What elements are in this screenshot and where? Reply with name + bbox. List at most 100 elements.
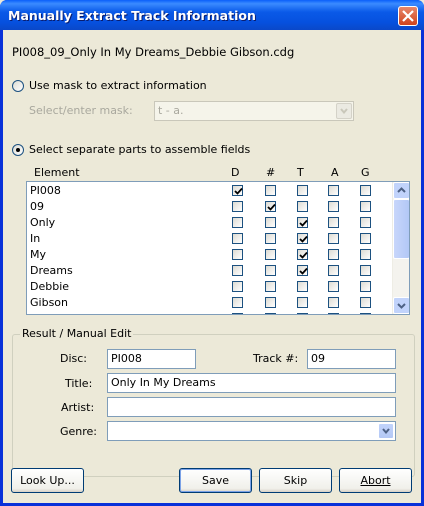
artist-input[interactable] — [107, 397, 396, 417]
mask-value: t - a. — [158, 104, 184, 117]
use-mask-radio[interactable] — [12, 80, 24, 92]
field-checkbox[interactable] — [265, 297, 276, 308]
checkmark-icon — [299, 219, 308, 227]
field-checkbox[interactable] — [360, 233, 371, 244]
header-g: G — [361, 166, 370, 179]
field-checkbox[interactable] — [297, 201, 308, 212]
mask-dropdown-button[interactable] — [336, 103, 352, 119]
field-checkbox[interactable] — [328, 313, 339, 314]
skip-button[interactable]: Skip — [259, 468, 332, 493]
grid-row[interactable]: Dreams — [27, 263, 392, 279]
header-d: D — [231, 166, 240, 179]
disc-input[interactable]: PI008 — [107, 349, 196, 369]
field-checkbox[interactable] — [328, 297, 339, 308]
field-checkbox[interactable] — [232, 297, 243, 308]
scroll-up-button[interactable] — [393, 182, 409, 199]
field-checkbox[interactable] — [360, 249, 371, 260]
element-grid[interactable]: PI008 09 Only In My Dreams Debbie Gibson cdg — [26, 181, 410, 315]
chevron-up-icon — [397, 187, 406, 193]
field-checkbox[interactable] — [265, 201, 276, 212]
header-t: T — [297, 166, 304, 179]
close-button[interactable] — [398, 6, 418, 26]
field-checkbox[interactable] — [360, 313, 371, 314]
save-button[interactable]: Save — [179, 468, 252, 493]
checkmark-icon — [299, 251, 308, 259]
grid-scrollbar[interactable] — [392, 182, 409, 314]
field-checkbox[interactable] — [232, 217, 243, 228]
field-checkbox[interactable] — [232, 265, 243, 276]
field-checkbox[interactable] — [297, 297, 308, 308]
skip-button-label: Skip — [283, 473, 308, 487]
field-checkbox[interactable] — [297, 249, 308, 260]
field-checkbox[interactable] — [232, 233, 243, 244]
field-checkbox[interactable] — [265, 281, 276, 292]
field-checkbox[interactable] — [328, 233, 339, 244]
element-label: Dreams — [30, 264, 73, 277]
grid-row[interactable]: Only — [27, 215, 392, 231]
genre-combobox[interactable] — [107, 421, 396, 441]
field-checkbox[interactable] — [265, 233, 276, 244]
grid-row[interactable]: In — [27, 231, 392, 247]
disc-label: Disc: — [60, 352, 88, 365]
field-checkbox[interactable] — [297, 265, 308, 276]
field-checkbox[interactable] — [232, 281, 243, 292]
save-button-label: Save — [201, 473, 229, 487]
field-checkbox[interactable] — [328, 265, 339, 276]
field-checkbox[interactable] — [360, 217, 371, 228]
field-checkbox[interactable] — [328, 281, 339, 292]
field-checkbox[interactable] — [297, 281, 308, 292]
checkmark-icon — [299, 267, 308, 275]
genre-dropdown-button[interactable] — [378, 423, 394, 439]
field-checkbox[interactable] — [232, 185, 243, 196]
field-checkbox[interactable] — [360, 297, 371, 308]
field-checkbox[interactable] — [328, 249, 339, 260]
lookup-button[interactable]: Look Up... — [11, 468, 84, 493]
field-checkbox[interactable] — [297, 233, 308, 244]
field-checkbox[interactable] — [297, 185, 308, 196]
field-checkbox[interactable] — [232, 249, 243, 260]
grid-row[interactable]: My — [27, 247, 392, 263]
mask-combobox[interactable]: t - a. — [154, 101, 354, 121]
checkmark-icon — [299, 235, 308, 243]
field-checkbox[interactable] — [232, 313, 243, 314]
track-input[interactable]: 09 — [307, 349, 396, 369]
abort-button[interactable]: Abort — [339, 468, 412, 493]
header-number: # — [266, 166, 276, 179]
abort-button-label: Abort — [360, 473, 391, 487]
field-checkbox[interactable] — [297, 313, 308, 314]
grid-row[interactable]: Debbie — [27, 279, 392, 295]
field-checkbox[interactable] — [232, 201, 243, 212]
title-input[interactable]: Only In My Dreams — [107, 373, 396, 393]
checkmark-icon — [267, 203, 276, 211]
scroll-down-button[interactable] — [393, 297, 409, 314]
separate-parts-radio[interactable] — [12, 144, 24, 156]
field-checkbox[interactable] — [265, 185, 276, 196]
field-checkbox[interactable] — [328, 185, 339, 196]
grid-row[interactable]: cdg — [27, 311, 392, 314]
header-a: A — [331, 166, 339, 179]
element-label: PI008 — [30, 184, 61, 197]
field-checkbox[interactable] — [360, 265, 371, 276]
field-checkbox[interactable] — [297, 217, 308, 228]
lookup-button-label: Look Up... — [20, 473, 75, 487]
element-label: My — [30, 248, 47, 261]
chevron-down-icon — [397, 303, 406, 309]
field-checkbox[interactable] — [360, 185, 371, 196]
scroll-thumb[interactable] — [393, 199, 409, 259]
grid-row[interactable]: PI008 — [27, 183, 392, 199]
element-label: 09 — [30, 200, 44, 213]
field-checkbox[interactable] — [328, 201, 339, 212]
field-checkbox[interactable] — [360, 201, 371, 212]
field-checkbox[interactable] — [265, 265, 276, 276]
chevron-down-icon — [382, 428, 390, 435]
field-checkbox[interactable] — [265, 249, 276, 260]
field-checkbox[interactable] — [328, 217, 339, 228]
grid-row[interactable]: Gibson — [27, 295, 392, 311]
filename-text: PI008_09_Only In My Dreams_Debbie Gibson… — [12, 45, 295, 59]
grid-row[interactable]: 09 — [27, 199, 392, 215]
field-checkbox[interactable] — [265, 313, 276, 314]
field-checkbox[interactable] — [360, 281, 371, 292]
track-label: Track #: — [253, 352, 299, 365]
title-bar[interactable]: Manually Extract Track Information — [0, 0, 424, 30]
field-checkbox[interactable] — [265, 217, 276, 228]
